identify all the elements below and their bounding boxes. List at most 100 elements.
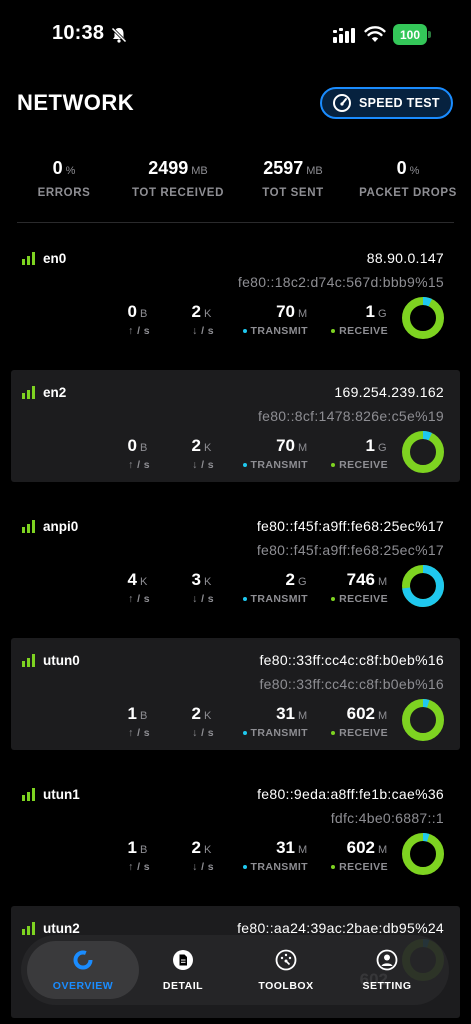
summary-packet-drops: 0% PACKET DROPS (356, 158, 460, 199)
cellular-signal-icon (333, 28, 355, 43)
interface-card-en0[interactable]: en0 88.90.0.147 fe80::18c2:d74c:567d:bbb… (11, 236, 460, 348)
metric-download: 2 K ↓ / s (192, 436, 214, 471)
signal-bars-icon (22, 922, 35, 935)
metric-value: 2 (285, 570, 295, 589)
summary-total-sent: 2597 MB TOT SENT (250, 158, 336, 199)
stat-unit: MB (191, 165, 208, 177)
metric-value: 31 (276, 704, 295, 723)
receive-label: RECEIVE (339, 727, 388, 739)
stat-value: 2597 (263, 158, 304, 178)
metric-unit: K (204, 308, 212, 320)
metric-value: 4 (127, 570, 137, 589)
metric-unit: M (378, 710, 388, 722)
metric-upload: 4 K ↑ / s (128, 570, 150, 605)
metric-value: 602 (346, 838, 375, 857)
metric-unit: M (378, 576, 388, 588)
transmit-dot (242, 597, 247, 602)
metric-transmit: 2 G TRANSMIT (242, 570, 308, 605)
receive-label: RECEIVE (339, 325, 388, 337)
signal-bars-icon (22, 386, 35, 399)
metric-label: ↑ / s (128, 459, 150, 471)
metric-upload: 1 B ↑ / s (128, 838, 150, 873)
interface-card-utun1[interactable]: utun1 fe80::9eda:a8ff:fe1b:cae%36 fdfc:4… (11, 772, 460, 884)
metric-unit: M (378, 844, 388, 856)
metric-upload: 1 B ↑ / s (128, 704, 150, 739)
metric-label: ↓ / s (192, 727, 214, 739)
metric-unit: B (140, 710, 148, 722)
metric-unit: G (378, 442, 387, 454)
receive-dot (331, 731, 336, 736)
signal-bars-icon (22, 520, 35, 533)
interface-ipv6: fdfc:4be0:6887::1 (330, 810, 444, 826)
metric-download: 3 K ↓ / s (192, 570, 214, 605)
interface-card-en2[interactable]: en2 169.254.239.162 fe80::8cf:1478:826e:… (11, 370, 460, 482)
traffic-donut (402, 699, 444, 741)
tab-toolbox[interactable]: TOOLBOX (230, 941, 342, 999)
metric-unit: B (140, 442, 148, 454)
metric-unit: G (298, 576, 307, 588)
transmit-dot (242, 865, 247, 870)
tab-label: TOOLBOX (258, 980, 314, 992)
interface-ipv6: fe80::8cf:1478:826e:c5e%19 (257, 408, 444, 424)
stat-label: TOT RECEIVED (132, 187, 224, 199)
interface-ipv6: fe80::33ff:cc4c:c8f:b0eb%16 (259, 676, 444, 692)
transmit-dot (242, 463, 247, 468)
metric-label: ↓ / s (192, 593, 214, 605)
stat-label: ERRORS (37, 187, 91, 199)
traffic-donut (402, 431, 444, 473)
metric-value: 2 (191, 302, 201, 321)
summary-stats: 0% ERRORS 2499 MB TOT RECEIVED 2597 MB TOT… (0, 158, 471, 208)
metric-value: 602 (346, 704, 375, 723)
metric-label: RECEIVE (331, 325, 388, 337)
signal-bars-icon (22, 252, 35, 265)
interface-card-anpi0[interactable]: anpi0 fe80::f45f:a9ff:fe68:25ec%17 fe80:… (11, 504, 460, 616)
transmit-label: TRANSMIT (250, 459, 308, 471)
stat-value: 0 (52, 158, 63, 178)
status-bar: 10:38 100 (0, 0, 471, 70)
metric-label: TRANSMIT (242, 459, 308, 471)
metric-unit: K (204, 844, 212, 856)
metric-unit: M (298, 308, 308, 320)
summary-total-received: 2499 MB TOT RECEIVED (126, 158, 230, 199)
transmit-dot (242, 731, 247, 736)
metric-unit: K (140, 576, 148, 588)
interface-ipv6: fe80::f45f:a9ff:fe68:25ec%17 (256, 542, 444, 558)
user-icon (376, 949, 398, 971)
interface-ipv4: fe80::9eda:a8ff:fe1b:cae%36 (257, 786, 444, 802)
tab-overview[interactable]: OVERVIEW (27, 941, 139, 999)
metric-value: 70 (276, 302, 295, 321)
metric-unit: K (204, 576, 212, 588)
toolbox-icon (275, 949, 297, 971)
stat-label: TOT SENT (262, 187, 324, 199)
signal-bars-icon (22, 654, 35, 667)
interface-card-utun0[interactable]: utun0 fe80::33ff:cc4c:c8f:b0eb%16 fe80::… (11, 638, 460, 750)
document-icon (173, 950, 193, 970)
stat-unit: % (409, 165, 420, 177)
metric-transmit: 70 M TRANSMIT (242, 436, 308, 471)
metric-value: 1 (365, 436, 375, 455)
metric-unit: B (140, 844, 148, 856)
metric-label: TRANSMIT (242, 325, 308, 337)
speed-test-button[interactable]: SPEED TEST (320, 87, 453, 119)
overview-icon (73, 950, 93, 970)
transmit-label: TRANSMIT (250, 727, 308, 739)
metric-download: 2 K ↓ / s (192, 704, 214, 739)
metric-value: 0 (127, 302, 137, 321)
metric-transmit: 70 M TRANSMIT (242, 302, 308, 337)
receive-dot (331, 463, 336, 468)
metric-label: ↑ / s (128, 325, 150, 337)
metric-value: 3 (191, 570, 201, 589)
interface-ipv4: fe80::aa24:39ac:2bae:db95%24 (237, 920, 444, 936)
tab-setting[interactable]: SETTING (331, 941, 443, 999)
tab-detail[interactable]: DETAIL (127, 941, 239, 999)
metric-value: 746 (346, 570, 375, 589)
transmit-label: TRANSMIT (250, 861, 308, 873)
metric-unit: K (204, 442, 212, 454)
stat-unit: % (65, 165, 76, 177)
interface-ipv6: fe80::18c2:d74c:567d:bbb9%15 (237, 274, 444, 290)
metric-unit: M (298, 710, 308, 722)
metric-label: RECEIVE (331, 727, 388, 739)
metric-unit: K (204, 710, 212, 722)
metric-label: ↓ / s (192, 459, 214, 471)
receive-label: RECEIVE (339, 593, 388, 605)
